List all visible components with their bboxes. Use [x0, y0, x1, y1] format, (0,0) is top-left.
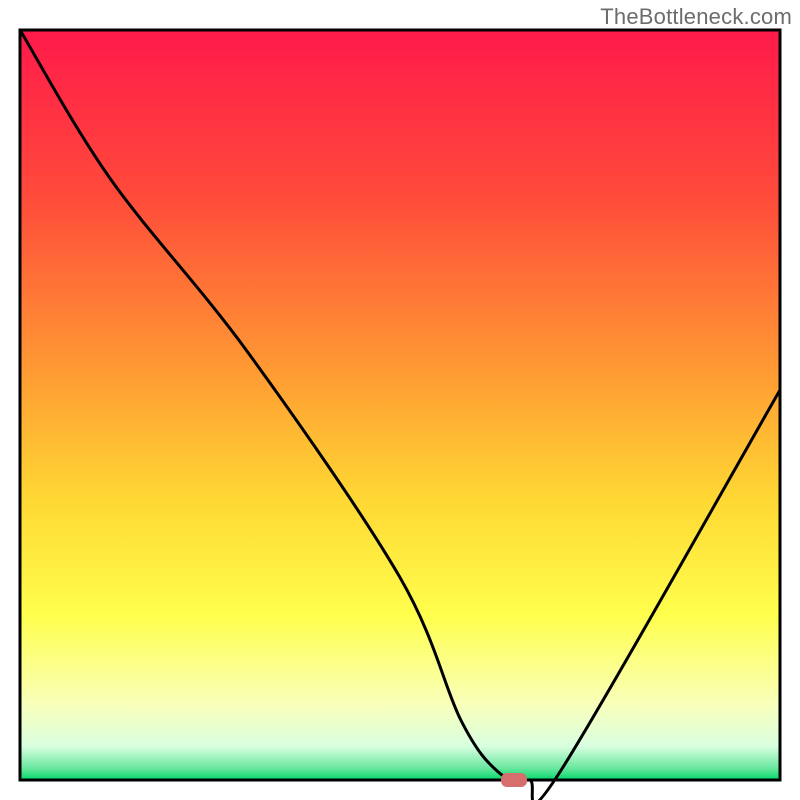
watermark-text: TheBottleneck.com: [600, 4, 792, 30]
plot-background: [20, 30, 780, 780]
bottleneck-chart: [0, 0, 800, 800]
sweet-spot-marker: [501, 773, 527, 787]
chart-container: TheBottleneck.com: [0, 0, 800, 800]
